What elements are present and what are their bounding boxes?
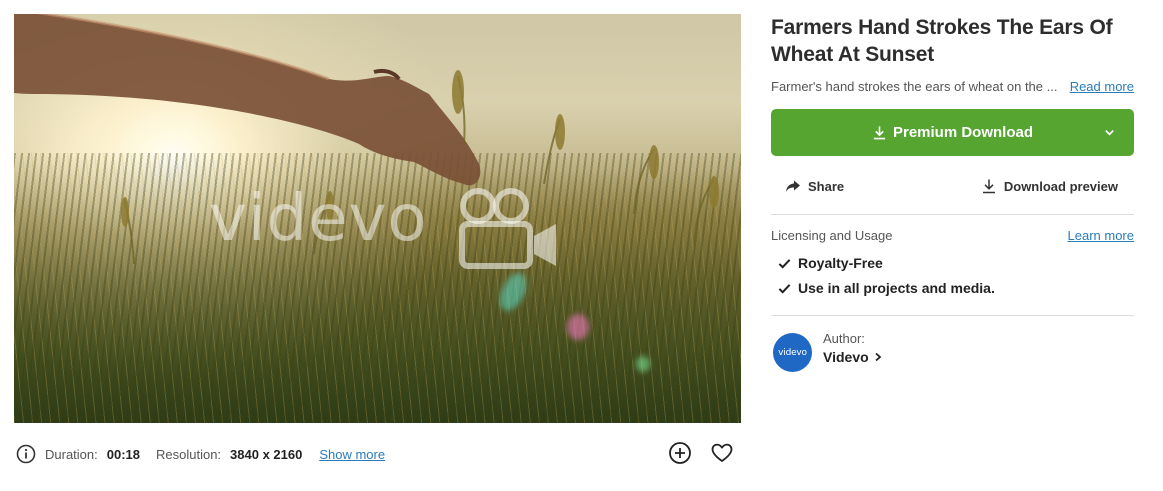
download-icon (982, 179, 995, 194)
divider (771, 214, 1134, 215)
download-icon (873, 126, 886, 140)
heart-icon[interactable] (710, 441, 734, 465)
download-preview-label: Download preview (1003, 178, 1118, 194)
chevron-right-icon (875, 352, 882, 362)
description-text: Farmer's hand strokes the ears of wheat … (771, 79, 1058, 94)
check-icon (778, 283, 791, 294)
author-name: Videvo (823, 349, 869, 365)
licensing-row: Licensing and Usage Learn more (771, 228, 1134, 243)
feature-label: Royalty-Free (798, 255, 883, 271)
resolution-label: Resolution: (156, 446, 222, 462)
details-panel: Farmers Hand Strokes The Ears Of Wheat A… (771, 14, 1134, 372)
learn-more-link[interactable]: Learn more (1068, 228, 1134, 243)
premium-download-button[interactable]: Premium Download (771, 109, 1134, 156)
resolution-value: 3840 x 2160 (230, 446, 303, 462)
read-more-link[interactable]: Read more (1070, 79, 1134, 94)
divider (771, 315, 1134, 316)
share-icon (786, 180, 800, 192)
page-title: Farmers Hand Strokes The Ears Of Wheat A… (771, 16, 1113, 66)
show-more-link[interactable]: Show more (319, 447, 385, 462)
media-actions (668, 441, 734, 465)
secondary-actions: Share Download preview (771, 171, 1134, 201)
share-button[interactable]: Share (785, 178, 844, 194)
duration-value: 00:18 (106, 446, 140, 462)
avatar[interactable]: videvo (773, 333, 812, 372)
info-icon[interactable] (16, 444, 36, 464)
premium-download-label: Premium Download (892, 124, 1034, 141)
chevron-down-icon[interactable] (1103, 126, 1116, 139)
licensing-title: Licensing and Usage (771, 228, 893, 243)
lens-flare (567, 314, 589, 340)
author-text: Author: Videvo (823, 331, 883, 365)
feature-label: Use in all projects and media. (798, 280, 995, 296)
share-label: Share (808, 178, 845, 194)
author-name-link[interactable]: Videvo (823, 349, 883, 365)
author-label: Author: (823, 331, 865, 346)
duration-label: Duration: (45, 446, 98, 462)
camera-watermark-icon (459, 188, 556, 269)
video-preview[interactable]: videvo (14, 14, 741, 423)
feature-item: Royalty-Free (778, 255, 1134, 271)
videvo-watermark: videvo (209, 182, 428, 256)
video-meta-bar: Duration: 00:18 Resolution: 3840 x 2160 … (16, 441, 385, 467)
lens-flare (636, 356, 650, 372)
add-circle-icon[interactable] (668, 441, 692, 465)
author-block: videvo Author: Videvo (771, 331, 1134, 372)
download-preview-button[interactable]: Download preview (981, 178, 1118, 194)
check-icon (778, 258, 791, 269)
description-row: Farmer's hand strokes the ears of wheat … (771, 79, 1134, 94)
feature-item: Use in all projects and media. (778, 280, 1134, 296)
